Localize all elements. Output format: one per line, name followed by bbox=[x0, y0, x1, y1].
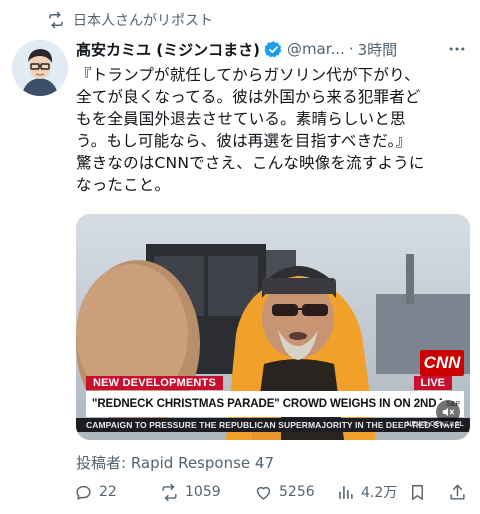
repost-icon bbox=[47, 11, 65, 29]
author-name[interactable]: 髙安カミユ (ミジンコまさ) bbox=[76, 39, 260, 60]
repost-button[interactable]: 1059 bbox=[160, 480, 221, 504]
video-media[interactable]: CNN NEW DEVELOPMENTS LIVE "REDNECK CHRIS… bbox=[76, 214, 470, 440]
cnn-logo: CNN bbox=[420, 350, 464, 376]
action-bar: 22 1059 5256 4.2万 bbox=[74, 480, 474, 504]
new-developments-label: NEW DEVELOPMENTS bbox=[86, 376, 223, 390]
repost-label: 日本人さんがリポスト bbox=[73, 13, 213, 29]
author-handle[interactable]: @mar... bbox=[287, 40, 345, 58]
bookmark-icon bbox=[408, 483, 427, 502]
tweet-text: 『トランプが就任してからガソリン代が下がり、 全てが良くなってる。彼は外国から来… bbox=[76, 64, 472, 196]
share-icon bbox=[448, 483, 467, 502]
repost-icon bbox=[160, 483, 179, 502]
reply-icon bbox=[74, 483, 93, 502]
like-count: 5256 bbox=[279, 484, 315, 500]
bookmark-button[interactable] bbox=[408, 480, 427, 504]
tweet-line: 驚きなのはCNNでさえ、こんな映像を流すように bbox=[76, 154, 425, 172]
reply-count: 22 bbox=[99, 484, 117, 500]
ticker-text: CAMPAIGN TO PRESSURE THE REPUBLICAN SUPE… bbox=[86, 420, 461, 430]
views-icon bbox=[336, 483, 355, 502]
news-ticker: CAMPAIGN TO PRESSURE THE REPUBLICAN SUPE… bbox=[76, 418, 470, 432]
share-button[interactable] bbox=[448, 480, 467, 504]
tweet-line: もを全員国外退去させている。素晴らしいと思 bbox=[76, 110, 406, 128]
views-button[interactable]: 4.2万 bbox=[336, 480, 397, 504]
views-count: 4.2万 bbox=[361, 485, 398, 501]
tweet-line: なったこと。 bbox=[76, 176, 171, 194]
tweet-header: 髙安カミユ (ミジンコまさ) @mar... · 3時間 bbox=[76, 36, 468, 62]
reply-button[interactable]: 22 bbox=[74, 480, 117, 504]
like-button[interactable]: 5256 bbox=[254, 480, 315, 504]
more-icon[interactable] bbox=[446, 38, 468, 60]
repost-count: 1059 bbox=[185, 484, 221, 500]
news-headline: "REDNECK CHRISTMAS PARADE" CROWD WEIGHS … bbox=[86, 391, 448, 417]
avatar[interactable] bbox=[12, 40, 68, 96]
separator-dot: · bbox=[348, 40, 354, 58]
tweet-line: 全てが良くなってる。彼は外国から来る犯罪者ど bbox=[76, 88, 421, 106]
repost-context[interactable]: 日本人さんがリポスト bbox=[47, 10, 213, 30]
verified-badge-icon[interactable] bbox=[264, 40, 283, 59]
news-lower-third: CNN NEW DEVELOPMENTS LIVE "REDNECK CHRIS… bbox=[76, 350, 470, 440]
contributor-credit[interactable]: 投稿者: Rapid Response 47 bbox=[76, 452, 274, 473]
timestamp[interactable]: 3時間 bbox=[358, 39, 398, 60]
live-badge: LIVE bbox=[413, 376, 452, 390]
tweet-line: う。もし可能なら、彼は再選を目指すべきだ。』 bbox=[76, 132, 412, 150]
tweet-line: 『トランプが就任してからガソリン代が下がり、 bbox=[76, 66, 420, 84]
heart-icon bbox=[254, 483, 273, 502]
mute-icon[interactable] bbox=[436, 400, 460, 424]
